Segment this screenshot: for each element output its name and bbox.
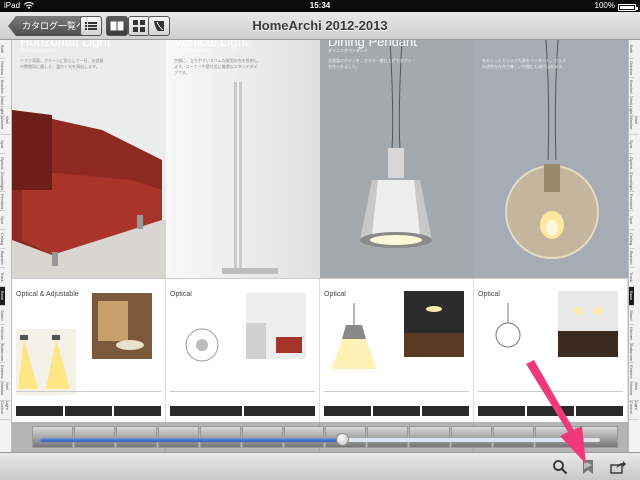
- index-tab[interactable]: Light Control: [0, 401, 10, 420]
- index-tab[interactable]: Wall Washer: [0, 382, 10, 401]
- metal-pendant-photo: [320, 40, 474, 278]
- index-tab[interactable]: Spot: [629, 211, 634, 230]
- status-bar: iPad 15:34 100%: [0, 0, 640, 12]
- index-tab[interactable]: Downlight: [629, 173, 634, 192]
- page-curl-icon: [154, 21, 164, 31]
- dining-room-photo: [404, 291, 464, 357]
- sofa-photo: [12, 40, 166, 278]
- info-label: Optical & Adjustable: [16, 291, 79, 298]
- ipad-screen: iPad 15:34 100% カタログ一覧へ HomeArchi 2012-2…: [0, 0, 640, 480]
- interior-photo: [246, 293, 306, 359]
- panel-subheading: ホリゾンタルライト: [20, 48, 56, 53]
- index-tab[interactable]: Track: [0, 268, 5, 287]
- panel-description: 光の入ったガラスが光源をペンダント。ガラスの透明な存在が美しい空間にも溶け込みま…: [482, 58, 566, 69]
- grid-icon: [133, 20, 145, 32]
- battery-percent: 100%: [594, 1, 615, 10]
- panel-subheading: ヴァーチカルライト: [174, 48, 210, 53]
- index-tab[interactable]: Downlight: [0, 173, 5, 192]
- status-time: 15:34: [309, 1, 331, 10]
- glass-pendant-panel: 光の入ったガラスが光源をペンダント。ガラスの透明な存在が美しい空間にも溶け込みま…: [474, 40, 628, 278]
- index-tab[interactable]: Track: [629, 268, 634, 287]
- index-tab[interactable]: Bracket: [629, 249, 634, 268]
- panel-description: ソファ背面、クリーンに照らして一日、お部屋の雰囲気に優しく、温かく光を演出します…: [20, 58, 104, 69]
- dining-pendant-panel: Dining Pendant ダイニングペンダント 金属製のボディを、ガラス一層…: [320, 40, 474, 278]
- spread-view-button[interactable]: [106, 16, 128, 36]
- navigation-bar: カタログ一覧へ HomeArchi 2012-2013: [0, 12, 640, 40]
- index-tab[interactable]: Spot: [0, 211, 5, 230]
- index-tab[interactable]: Bathroom: [0, 344, 5, 363]
- index-tab[interactable]: Light Control: [629, 401, 639, 420]
- index-tab[interactable]: Exterior: [0, 363, 5, 382]
- panel-description: 空間に、立ちやすいスリムな縦型の光を投射します。コーナーや壁付近に最適なスタンド…: [174, 58, 258, 75]
- glass-pendant-photo: [474, 40, 628, 278]
- grid-view-button[interactable]: [128, 16, 150, 36]
- index-tab[interactable]: Wall Washer: [629, 382, 639, 401]
- index-tab[interactable]: Spot: [0, 135, 5, 154]
- index-tab[interactable]: Ceiling: [0, 230, 5, 249]
- panel-subheading: ダイニングペンダント: [328, 48, 368, 53]
- horizontal-light-panel: Horizontal Light ホリゾンタルライト ソファ背面、クリーンに照ら…: [12, 40, 166, 278]
- index-tab[interactable]: Ceiling: [629, 230, 634, 249]
- right-index-tabs: Bath Outdoor Bracket Wall Light Wall Washer S…: [628, 40, 640, 452]
- share-icon: [610, 461, 626, 474]
- info-label: Optical: [170, 291, 192, 298]
- index-tab[interactable]: Bracket: [0, 249, 5, 268]
- index-tab[interactable]: Optical: [629, 154, 634, 173]
- index-tab[interactable]: Kitchen: [629, 325, 634, 344]
- index-tab[interactable]: Stand: [0, 306, 5, 325]
- battery-icon: [618, 3, 638, 11]
- index-tab[interactable]: Wall Washer: [629, 116, 639, 135]
- index-tab[interactable]: Stand: [629, 306, 634, 325]
- pendant-diagram: [324, 303, 384, 369]
- index-tab[interactable]: Exterior: [629, 363, 634, 382]
- share-button[interactable]: [608, 457, 628, 477]
- list-icon: [85, 22, 97, 30]
- index-tab[interactable]: Bath: [0, 40, 5, 59]
- index-tab[interactable]: Wall Light: [629, 97, 634, 116]
- room-photo: [92, 293, 152, 359]
- index-tab[interactable]: Pendant: [629, 192, 634, 211]
- index-tab[interactable]: Outdoor: [0, 59, 5, 78]
- index-tab[interactable]: Wall Washer: [0, 116, 10, 135]
- index-tab[interactable]: Bracket: [629, 78, 634, 97]
- index-tab[interactable]: Pendant: [0, 192, 5, 211]
- index-tab[interactable]: Bath: [629, 40, 634, 59]
- index-tab[interactable]: Bathroom: [629, 344, 634, 363]
- info-label: Optical: [324, 291, 346, 298]
- list-view-button[interactable]: [80, 16, 102, 36]
- open-book-icon: [110, 21, 124, 31]
- scrubber-progress-fill: [40, 438, 343, 442]
- left-index-tabs: Bath Outdoor Bracket Wall Light Wall Washer S…: [0, 40, 12, 452]
- page-curl-view-button[interactable]: [148, 16, 170, 36]
- info-label: Optical: [478, 291, 500, 298]
- index-tab[interactable]: Base: [629, 287, 634, 306]
- index-tab[interactable]: Wall Light: [0, 97, 5, 116]
- panel-description: 金属製のボディを、ガラス一層仕上げでダクトを作られました。: [328, 58, 412, 69]
- index-tab[interactable]: Base: [0, 287, 5, 306]
- index-tab[interactable]: Outdoor: [629, 59, 634, 78]
- annotation-arrow-icon: [526, 360, 586, 464]
- index-tab[interactable]: Kitchen: [0, 325, 5, 344]
- vertical-light-panel: Vertical Light ヴァーチカルライト 空間に、立ちやすいスリムな縦型…: [166, 40, 320, 278]
- adjustable-light-diagram: [16, 329, 76, 395]
- index-tab[interactable]: Spot: [629, 135, 634, 154]
- photo-row: Horizontal Light ホリゾンタルライト ソファ背面、クリーンに照ら…: [12, 40, 628, 278]
- optical-diagram: [172, 315, 232, 381]
- index-tab[interactable]: Optical: [0, 154, 5, 173]
- restaurant-photo: [558, 291, 618, 357]
- index-tab[interactable]: Bracket: [0, 78, 5, 97]
- scrubber-track[interactable]: [40, 433, 600, 446]
